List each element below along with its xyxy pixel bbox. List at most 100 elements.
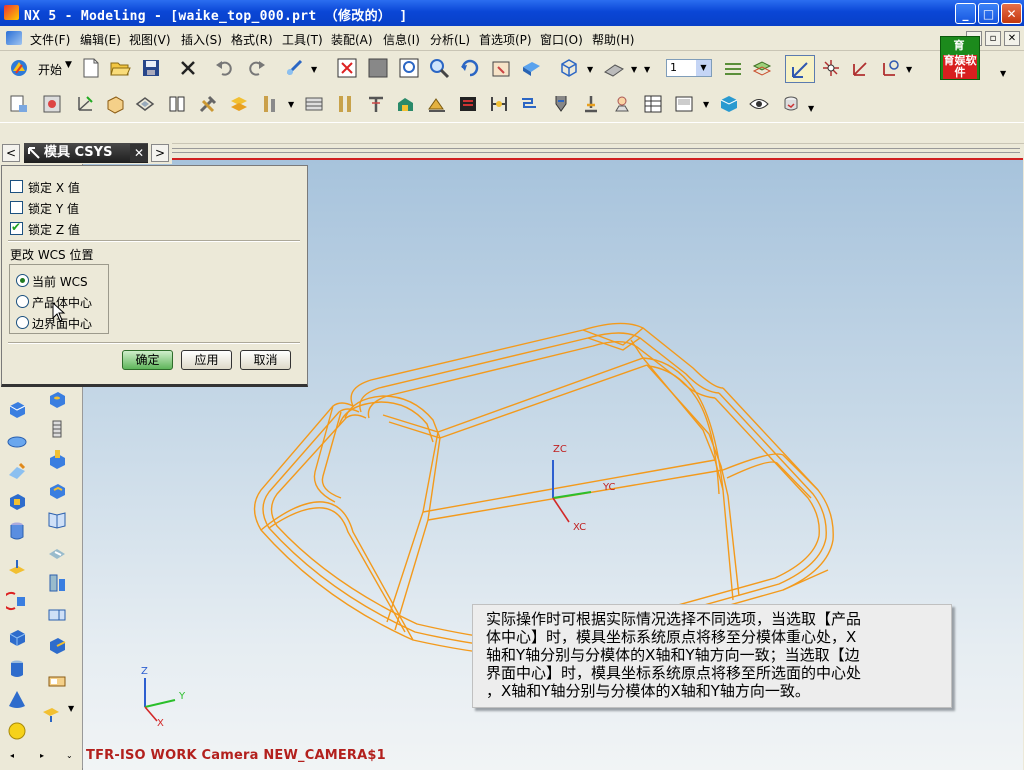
start-dropdown-icon[interactable]: ▼ — [65, 60, 72, 70]
radio-current-wcs[interactable] — [16, 274, 29, 287]
left-strip-scroll-right-icon[interactable]: ▸ — [40, 751, 44, 760]
menu-tools[interactable]: 工具(T) — [282, 31, 323, 48]
open-folder-icon[interactable] — [109, 57, 131, 79]
drawing-dropdown-icon[interactable]: ▼ — [703, 100, 709, 109]
dialog-close-button[interactable]: ✕ — [130, 144, 148, 162]
refresh-icon[interactable] — [780, 93, 802, 115]
shrinkage-icon[interactable] — [104, 93, 126, 115]
parting-icon[interactable] — [228, 93, 250, 115]
menu-edit[interactable]: 编辑(E) — [80, 31, 121, 48]
groove-icon[interactable] — [46, 572, 68, 594]
left-strip-scroll-left-icon[interactable]: ◂ — [10, 751, 14, 760]
toolbar-extra-dropdown-icon[interactable]: ▼ — [1000, 69, 1006, 78]
menu-assembly[interactable]: 装配(A) — [331, 31, 373, 48]
standard-parts-icon[interactable] — [303, 93, 325, 115]
pin-post-process-icon[interactable] — [365, 93, 387, 115]
transform-dropdown-icon[interactable]: ▼ — [311, 65, 317, 74]
electrode-icon[interactable] — [550, 93, 572, 115]
start-button[interactable]: 开始 — [38, 61, 62, 78]
datum-plane-icon[interactable] — [6, 558, 28, 580]
visibility-eye-icon[interactable] — [748, 93, 770, 115]
redo-icon[interactable] — [245, 57, 267, 79]
ok-button[interactable]: 确定 — [122, 350, 173, 370]
start-icon[interactable] — [8, 57, 30, 79]
transform-icon[interactable] — [284, 57, 306, 79]
menu-format[interactable]: 格式(R) — [231, 31, 273, 48]
revolve-icon[interactable] — [6, 590, 28, 612]
pad-icon[interactable] — [6, 430, 28, 452]
shaded-view-icon[interactable] — [520, 57, 542, 79]
workpiece-icon[interactable] — [134, 93, 156, 115]
cone-icon[interactable] — [6, 688, 28, 710]
wcs-origin-icon[interactable] — [820, 57, 842, 79]
chevron-down-icon[interactable]: ▼ — [696, 60, 711, 76]
undo-icon[interactable] — [214, 57, 236, 79]
toolbar-overflow-icon[interactable]: ▼ — [644, 65, 650, 74]
doc-close-button[interactable]: ✕ — [1004, 31, 1020, 46]
zoom-window-icon[interactable] — [367, 57, 389, 79]
slot-icon[interactable] — [46, 542, 68, 564]
layer-settings-icon[interactable] — [722, 57, 744, 79]
drawing-icon[interactable] — [673, 93, 695, 115]
boss-icon[interactable] — [46, 448, 68, 470]
wireframe-cube-icon[interactable] — [558, 57, 580, 79]
dialog-next-button[interactable]: > — [151, 144, 169, 162]
doc-restore-button[interactable]: ▫ — [985, 31, 1001, 46]
cavity-layout-icon[interactable] — [166, 93, 188, 115]
wcs-dynamics-button[interactable] — [785, 55, 815, 83]
sketch-icon[interactable] — [6, 460, 28, 482]
mold-csys-icon[interactable] — [74, 93, 96, 115]
block-icon[interactable] — [6, 398, 28, 420]
radio-product-center[interactable] — [16, 295, 29, 308]
fit-view-icon[interactable] — [336, 57, 358, 79]
rectangular-block-icon[interactable] — [46, 604, 68, 626]
mold-toolbar-overflow-icon[interactable]: ▼ — [808, 104, 814, 113]
zoom-icon[interactable] — [428, 57, 450, 79]
radio-boundary-face-center[interactable] — [16, 316, 29, 329]
sub-insert-icon[interactable] — [426, 93, 448, 115]
mold-tools-icon[interactable] — [197, 93, 219, 115]
menu-analysis[interactable]: 分析(L) — [430, 31, 470, 48]
cylinder-solid-icon[interactable] — [6, 658, 28, 680]
solid-cube-icon[interactable] — [46, 634, 68, 656]
lock-z-checkbox[interactable] — [10, 220, 23, 235]
layer-select[interactable]: 1 ▼ — [666, 59, 712, 77]
lock-x-checkbox[interactable] — [10, 180, 23, 193]
trim-mold-icon[interactable] — [580, 93, 602, 115]
delete-icon[interactable] — [177, 57, 199, 79]
datum-dropdown-icon[interactable]: ▼ — [68, 704, 74, 713]
minimize-button[interactable]: _ — [955, 3, 976, 24]
menu-help[interactable]: 帮助(H) — [592, 31, 634, 48]
apply-button[interactable]: 应用 — [181, 350, 232, 370]
mold-view-icon[interactable] — [718, 93, 740, 115]
mold-base-dropdown-icon[interactable]: ▼ — [288, 100, 294, 109]
sphere-icon[interactable] — [6, 720, 28, 742]
nx-menu-icon[interactable] — [6, 31, 22, 45]
dialog-prev-button[interactable]: < — [2, 144, 20, 162]
tube-icon[interactable] — [46, 670, 68, 692]
mold-base-icon[interactable] — [259, 93, 281, 115]
menu-insert[interactable]: 插入(S) — [181, 31, 222, 48]
move-to-layer-icon[interactable] — [751, 57, 773, 79]
runner-icon[interactable] — [488, 93, 510, 115]
zoom-fit-icon[interactable] — [398, 57, 420, 79]
gate-icon[interactable] — [457, 93, 479, 115]
datum-axis-icon[interactable] — [40, 702, 62, 724]
left-strip-more-icon[interactable]: ⌄ — [66, 751, 73, 760]
cube-icon[interactable] — [6, 626, 28, 648]
pan-icon[interactable] — [490, 57, 512, 79]
wcs-dropdown-icon[interactable]: ▼ — [906, 65, 912, 74]
slider-lifter-icon[interactable] — [395, 93, 417, 115]
cooling-icon[interactable] — [518, 93, 540, 115]
thread-icon[interactable] — [46, 418, 68, 440]
render-style-dropdown-icon[interactable]: ▼ — [587, 65, 593, 74]
menu-info[interactable]: 信息(I) — [383, 31, 420, 48]
shade-style-icon[interactable] — [603, 57, 625, 79]
wcs-orient-icon[interactable] — [880, 57, 902, 79]
project-init-icon[interactable] — [8, 93, 30, 115]
pocket-feature-icon[interactable] — [46, 478, 68, 500]
cancel-button[interactable]: 取消 — [240, 350, 291, 370]
new-file-icon[interactable] — [80, 57, 102, 79]
menu-view[interactable]: 视图(V) — [129, 31, 171, 48]
extrude-icon[interactable] — [6, 490, 28, 512]
